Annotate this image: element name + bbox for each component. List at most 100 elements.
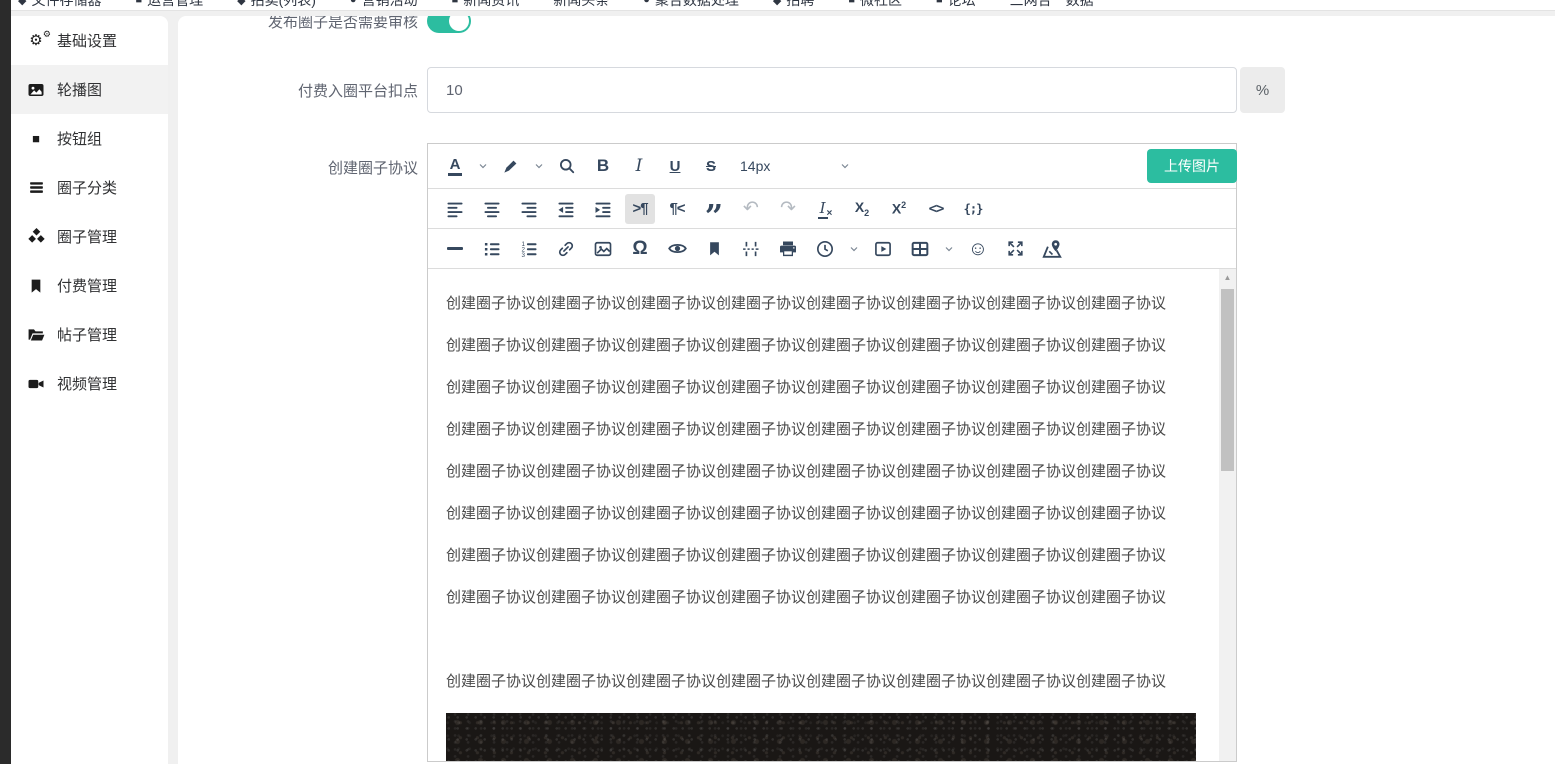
sidebar-item-label: 圈子管理 [57,229,118,246]
location-icon[interactable] [1037,234,1067,264]
preview-icon[interactable] [662,234,692,264]
link-icon[interactable] [551,234,581,264]
scrollbar-thumb[interactable] [1221,289,1234,471]
font-color-icon[interactable]: A [440,151,470,181]
video-icon[interactable] [868,234,898,264]
nav-item-icon: ● [349,0,357,6]
italic-icon[interactable]: I [624,151,654,181]
sidebar-item-basic-settings[interactable]: ⚙ ⚙ 基础设置 [11,16,168,65]
sidebar-item-label: 视频管理 [57,376,118,393]
upload-image-button[interactable]: 上传图片 [1147,149,1237,183]
sidebar-item-circle-management[interactable]: 圈子管理 [11,212,168,261]
redo-icon[interactable]: ↷ [773,194,803,224]
chevron-down-icon[interactable] [847,234,861,264]
nav-item-icon: ● [643,0,650,6]
search-icon[interactable] [552,151,582,181]
topnav-item-10[interactable]: 三网合一数据 [1010,0,1094,10]
print-icon[interactable] [773,234,803,264]
outdent-icon[interactable] [551,194,581,224]
agreement-editor-row: 创建圈子协议 A B I U S 14px 上传图片 >¶ ¶< ” ↶ ↷ I… [178,143,1555,762]
scroll-up-arrow-icon[interactable]: ▲ [1219,269,1236,285]
rich-text-editor: A B I U S 14px 上传图片 >¶ ¶< ” ↶ ↷ I × X2 X… [427,143,1237,762]
paragraph-ltr-icon[interactable]: >¶ [625,193,655,224]
topnav-item-6[interactable]: ● 聚合数据处理 [643,0,739,10]
topnav-item-7[interactable]: ◆ 招聘 [773,0,814,10]
nav-item-icon: ◆ [772,0,782,7]
review-required-toggle[interactable] [427,16,471,33]
content-card: 发布圈子是否需要审核 付费入圈平台扣点 % 创建圈子协议 A [178,16,1555,764]
topnav-item-5[interactable]: 新闻头条 [553,0,609,10]
chevron-down-icon[interactable] [532,151,546,181]
editor-paragraph-empty [446,629,1196,651]
sidebar-item-label: 按钮组 [57,131,103,148]
svg-text:3: 3 [522,252,526,259]
topnav-item-8[interactable]: ■ 微社区 [848,0,902,10]
nav-item-icon: ■ [848,0,856,6]
chevron-down-icon[interactable] [476,151,490,181]
editor-scrollbar[interactable]: ▲ [1219,269,1236,761]
underline-icon[interactable]: U [660,151,690,181]
topnav-item-3[interactable]: ● 营销活动 [350,0,418,10]
folder-open-icon [26,325,46,344]
deduction-row: 付费入圈平台扣点 % [178,67,1555,113]
fullscreen-icon[interactable] [1000,234,1030,264]
topnav-item-9[interactable]: ■ 论坛 [936,0,976,10]
blockquote-icon[interactable]: ” [699,194,729,232]
unordered-list-icon[interactable] [477,234,507,264]
sidebar-item-post-management[interactable]: 帖子管理 [11,310,168,359]
superscript-icon[interactable]: X2 [884,194,914,224]
sidebar-item-payment-management[interactable]: 付费管理 [11,261,168,310]
code-block-icon[interactable]: {;} [958,194,988,224]
table-icon[interactable] [905,234,935,264]
page-break-icon[interactable] [736,234,766,264]
editor-paragraph: 创建圈子协议创建圈子协议创建圈子协议创建圈子协议创建圈子协议创建圈子协议创建圈子… [446,421,1167,438]
deduction-input-group: % [427,67,1285,113]
editor-paragraph: 创建圈子协议创建圈子协议创建圈子协议创建圈子协议创建圈子协议创建圈子协议创建圈子… [446,547,1167,564]
sidebar-item-video-management[interactable]: 视频管理 [11,359,168,408]
editor-toolbar-row3: 123 Ω ☺ [428,229,1236,269]
nav-item-icon: ◆ [18,0,27,7]
special-character-icon[interactable]: Ω [625,234,655,264]
inline-code-icon[interactable]: <> [921,194,951,224]
embedded-image[interactable] [446,713,1196,761]
editor-content-area[interactable]: 创建圈子协议创建圈子协议创建圈子协议创建圈子协议创建圈子协议创建圈子协议创建圈子… [428,269,1236,761]
sidebar-item-label: 轮播图 [57,82,103,99]
clear-format-icon[interactable]: I × [810,194,840,224]
sidebar-item-circle-category[interactable]: 圈子分类 [11,163,168,212]
video-camera-icon [26,375,46,393]
subscript-icon[interactable]: X2 [847,194,877,224]
topnav-item-1[interactable]: ■ 运营管理 [135,0,203,10]
topnav-item-label: 新闻资讯 [463,0,520,8]
bold-icon[interactable]: B [588,151,618,181]
insert-time-icon[interactable] [810,234,840,264]
paragraph-rtl-icon[interactable]: ¶< [662,194,692,224]
topnav-item-4[interactable]: ■ 新闻资讯 [452,0,520,10]
topnav-item-2[interactable]: ◆ 拍卖(列表) [237,0,316,10]
sidebar-item-carousel[interactable]: 轮播图 [11,65,168,114]
align-left-icon[interactable] [440,194,470,224]
horizontal-rule-icon[interactable] [440,234,470,264]
sidebar-item-label: 基础设置 [57,33,118,50]
align-center-icon[interactable] [477,194,507,224]
top-navbar: ◆ 文件存储器 ■ 运营管理 ◆ 拍卖(列表) ● 营销活动 ■ 新闻资讯 新闻头条 ● 聚… [0,0,1555,11]
undo-icon[interactable]: ↶ [736,194,766,224]
review-toggle-row: 发布圈子是否需要审核 [178,16,1555,41]
ordered-list-icon[interactable]: 123 [514,234,544,264]
sidebar: ⚙ ⚙ 基础设置 轮播图 ■ 按钮组 圈子分类 圈子管理 付费管理 帖子管理 视… [11,16,168,764]
deduction-input[interactable] [427,67,1237,113]
sidebar-item-button-group[interactable]: ■ 按钮组 [11,114,168,163]
editor-paragraph: 创建圈子协议创建圈子协议创建圈子协议创建圈子协议创建圈子协议创建圈子协议创建圈子… [446,337,1167,354]
editor-toolbar-row2: >¶ ¶< ” ↶ ↷ I × X2 X2 <> {;} [428,189,1236,232]
align-right-icon[interactable] [514,194,544,224]
topnav-item-0[interactable]: ◆ 文件存储器 [18,0,101,10]
bookmark-icon[interactable] [699,234,729,264]
cogs-icon: ⚙ ⚙ [29,29,51,49]
highlight-color-icon[interactable] [496,151,526,181]
topnav-item-label: 招聘 [786,0,815,8]
indent-icon[interactable] [588,194,618,224]
emoji-icon[interactable]: ☺ [963,234,993,264]
insert-image-icon[interactable] [588,234,618,264]
chevron-down-icon[interactable] [942,234,956,264]
strikethrough-icon[interactable]: S [696,151,726,181]
font-size-select[interactable]: 14px [732,151,856,181]
